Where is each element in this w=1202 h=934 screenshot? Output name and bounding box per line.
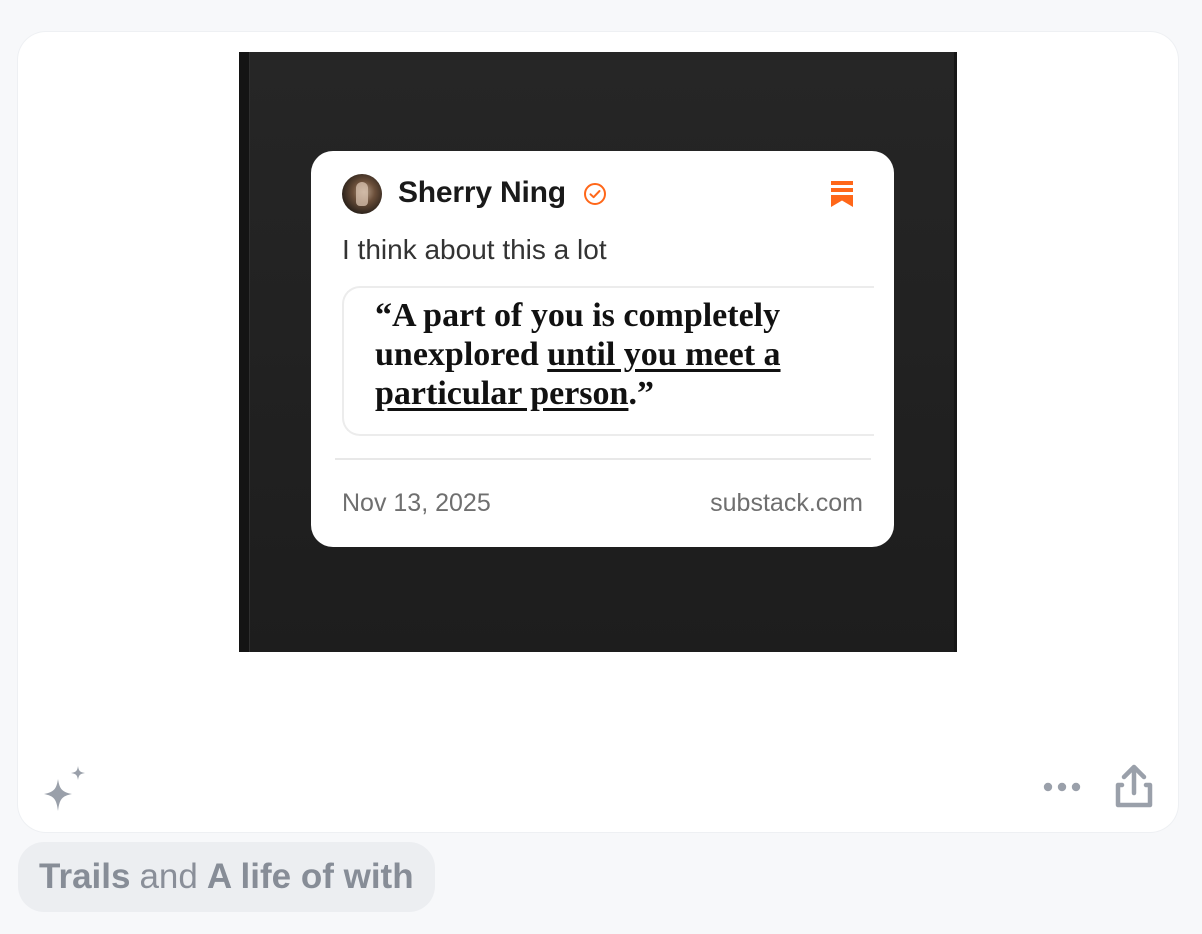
note-domain: substack.com xyxy=(710,489,863,517)
note-date: Nov 13, 2025 xyxy=(342,489,491,517)
quote-line-2-underlined: until you meet a xyxy=(547,336,781,373)
note-author-name: Sherry Ning xyxy=(398,176,566,209)
book-spine xyxy=(239,52,250,652)
quote-line-3-end: .” xyxy=(628,375,654,412)
tag-second-collection[interactable]: A life of with xyxy=(207,857,414,897)
substack-logo-icon xyxy=(831,181,853,207)
quote-line-3-underlined: particular person xyxy=(375,375,629,412)
quote-line-2: unexplored xyxy=(375,336,548,373)
tag-first-collection[interactable]: Trails xyxy=(39,857,130,897)
share-icon[interactable] xyxy=(1112,763,1156,811)
verified-badge-icon xyxy=(584,183,606,205)
quote-text: “A part of you is completely unexplored … xyxy=(375,296,874,413)
avatar xyxy=(342,174,382,214)
post-image[interactable]: Sherry Ning I think about this a lot “A … xyxy=(239,52,957,652)
book-edge xyxy=(954,52,957,652)
post-card: Sherry Ning I think about this a lot “A … xyxy=(18,32,1178,832)
more-dots-icon[interactable] xyxy=(1040,775,1084,799)
note-body-text: I think about this a lot xyxy=(342,234,607,265)
quote-block: “A part of you is completely unexplored … xyxy=(342,286,874,436)
collection-tag[interactable]: Trails and A life of with xyxy=(18,842,435,912)
divider xyxy=(335,458,871,460)
embedded-note-card: Sherry Ning I think about this a lot “A … xyxy=(311,151,894,547)
tag-joiner: and xyxy=(139,857,198,896)
quote-line-1: “A part of you is completely xyxy=(375,297,781,334)
sparkle-icon[interactable] xyxy=(38,765,92,815)
